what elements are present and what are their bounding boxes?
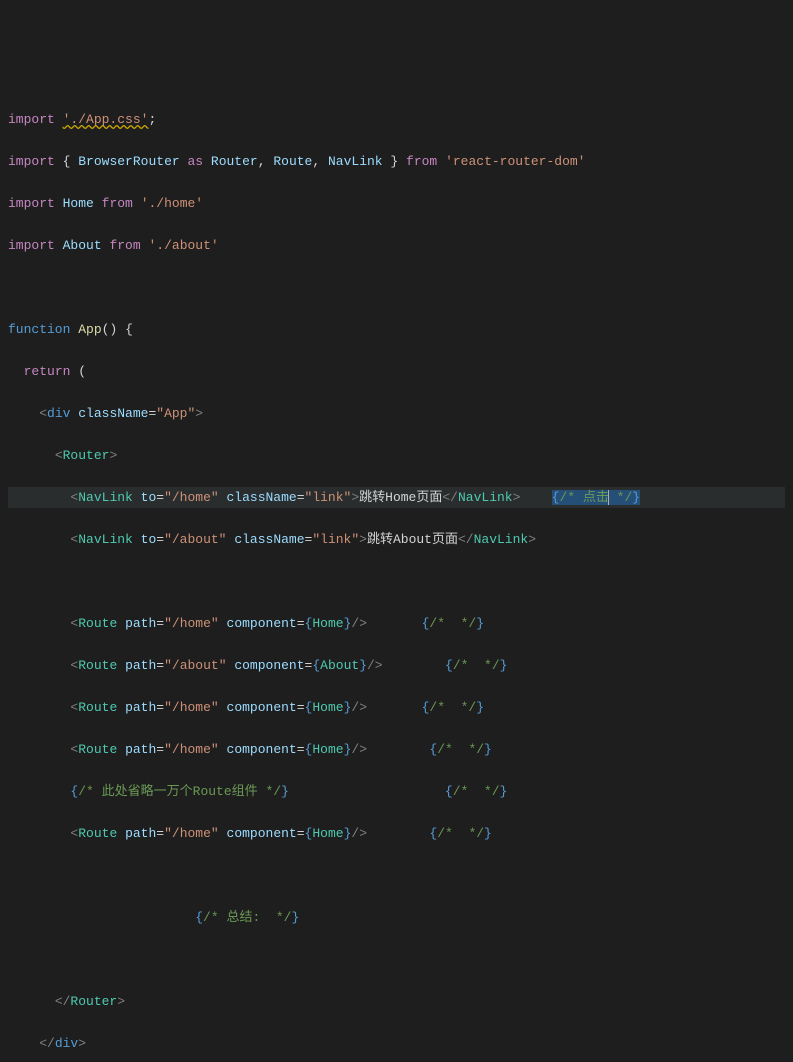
code-line: {/* 总结: */} — [8, 907, 785, 928]
code-line: <Route path="/home" component={Home}/> {… — [8, 613, 785, 634]
blank-line — [8, 571, 785, 592]
code-line: import About from './about' — [8, 235, 785, 256]
blank-line — [8, 949, 785, 970]
blank-line — [8, 865, 785, 886]
code-line: <Router> — [8, 445, 785, 466]
code-editor[interactable]: import './App.css'; import { BrowserRout… — [8, 88, 785, 1062]
code-line: {/* 此处省略一万个Route组件 */} {/* */} — [8, 781, 785, 802]
code-line: <Route path="/home" component={Home}/> {… — [8, 823, 785, 844]
code-line: </Router> — [8, 991, 785, 1012]
code-line: </div> — [8, 1033, 785, 1054]
code-line: import './App.css'; — [8, 109, 785, 130]
code-line: function App() { — [8, 319, 785, 340]
code-line: <Route path="/about" component={About}/>… — [8, 655, 785, 676]
blank-line — [8, 277, 785, 298]
code-line: import { BrowserRouter as Router, Route,… — [8, 151, 785, 172]
code-line-active: <NavLink to="/home" className="link">跳转H… — [8, 487, 785, 508]
code-line: <Route path="/home" component={Home}/> {… — [8, 697, 785, 718]
code-line: <NavLink to="/about" className="link">跳转… — [8, 529, 785, 550]
code-line: <Route path="/home" component={Home}/> {… — [8, 739, 785, 760]
code-line: <div className="App"> — [8, 403, 785, 424]
code-line: return ( — [8, 361, 785, 382]
code-line: import Home from './home' — [8, 193, 785, 214]
